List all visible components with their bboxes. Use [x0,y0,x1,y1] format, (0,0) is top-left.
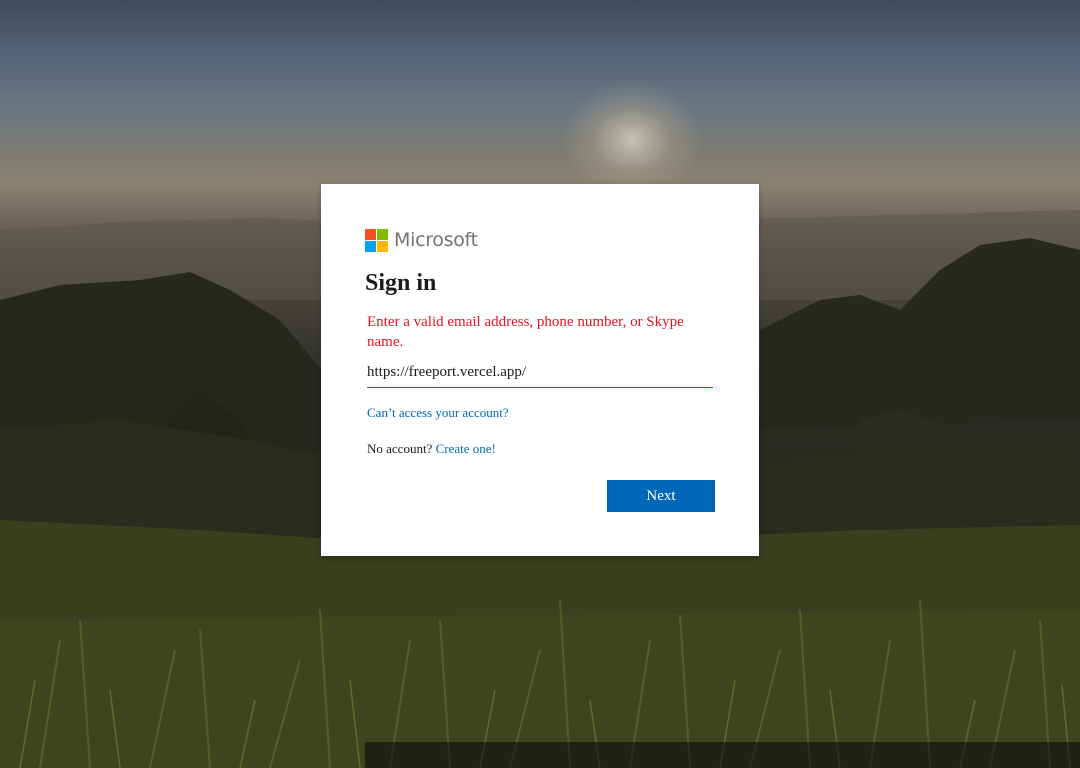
error-message: Enter a valid email address, phone numbe… [367,314,684,350]
email-field[interactable] [367,357,713,388]
microsoft-logo: Microsoft [365,228,478,252]
next-button[interactable]: Next [607,480,715,512]
no-account-row: No account? Create one! [367,441,496,457]
microsoft-windows-icon [365,228,388,252]
logo-wordmark: Microsoft [394,229,478,251]
signin-card: Microsoft Sign in Enter a valid email ad… [321,184,759,556]
cant-access-account-link[interactable]: Can’t access your account? [367,405,509,421]
bottom-footer-bar [365,742,1080,768]
page-title: Sign in [365,270,437,296]
no-account-label: No account? [367,441,433,456]
create-account-link[interactable]: Create one! [436,441,496,456]
